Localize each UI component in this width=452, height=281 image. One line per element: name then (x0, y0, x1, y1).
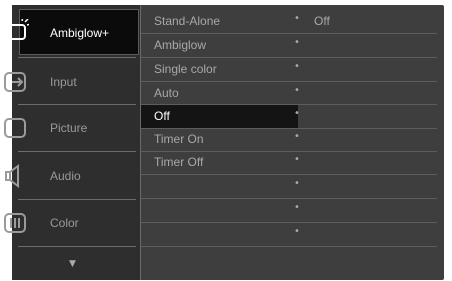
sidebar-divider (18, 199, 136, 200)
ambiglow-icon (6, 19, 29, 40)
submenu-item-ambiglow[interactable]: Ambiglow • (141, 34, 437, 57)
bullet-icon: • (294, 154, 300, 165)
bullet-icon: • (294, 226, 300, 237)
input-icon (4, 72, 26, 92)
submenu-item-stand-alone[interactable]: Stand-Alone • Off (141, 10, 437, 33)
sidebar-item-label: Audio (50, 169, 81, 183)
sidebar-item-label: Picture (50, 121, 88, 135)
sidebar-item-audio[interactable]: Audio (5, 154, 140, 200)
sidebar-item-label: Ambiglow+ (50, 26, 110, 40)
sidebar-divider (18, 151, 136, 152)
submenu-item-label: Timer On (154, 132, 204, 146)
sidebar-item-picture[interactable]: Picture (4, 106, 140, 152)
submenu-item-timer-off[interactable]: Timer Off • (141, 151, 437, 174)
sidebar-item-label: Color (50, 216, 79, 230)
sidebar-item-input[interactable]: Input (4, 60, 140, 106)
submenu-item-single-color[interactable]: Single color • (141, 58, 437, 81)
osd-menu: Ambiglow+ Input Picture Audio Color ▼ St… (4, 5, 444, 280)
bullet-icon: • (294, 13, 300, 24)
submenu-item-label: Single color (154, 62, 217, 76)
bullet-icon: • (294, 178, 300, 189)
bullet-icon: • (294, 61, 300, 72)
submenu-item-label: Stand-Alone (154, 14, 221, 28)
bullet-icon: • (294, 108, 300, 119)
submenu-item-value: Off (314, 14, 330, 28)
sidebar: Ambiglow+ Input Picture Audio Color ▼ (4, 5, 140, 280)
submenu-item-off[interactable]: Off • (141, 105, 437, 128)
submenu-item-timer-on[interactable]: Timer On • (141, 128, 437, 151)
sidebar-divider (18, 104, 136, 105)
row-divider (141, 246, 437, 247)
submenu-item-label: Off (154, 109, 170, 123)
bullet-icon: • (294, 131, 300, 142)
bullet-icon: • (294, 202, 300, 213)
audio-icon (5, 164, 19, 188)
submenu-item-label: Ambiglow (154, 38, 207, 52)
submenu-item-empty[interactable]: • (141, 223, 437, 246)
submenu-item-empty[interactable]: • (141, 175, 437, 198)
sidebar-item-label: Input (50, 75, 77, 89)
submenu-item-empty[interactable]: • (141, 199, 437, 222)
picture-icon (4, 118, 26, 138)
color-icon (4, 213, 26, 233)
sidebar-divider (18, 57, 136, 58)
bullet-icon: • (294, 37, 300, 48)
sidebar-item-ambiglow[interactable]: Ambiglow+ (6, 9, 139, 55)
scroll-down-icon[interactable]: ▼ (69, 259, 76, 269)
sidebar-divider (18, 246, 136, 247)
submenu-item-label: Auto (154, 86, 179, 100)
bullet-icon: • (294, 85, 300, 96)
sidebar-item-color[interactable]: Color (4, 201, 140, 247)
submenu-item-label: Timer Off (154, 155, 204, 169)
submenu-item-auto[interactable]: Auto • (141, 82, 437, 105)
